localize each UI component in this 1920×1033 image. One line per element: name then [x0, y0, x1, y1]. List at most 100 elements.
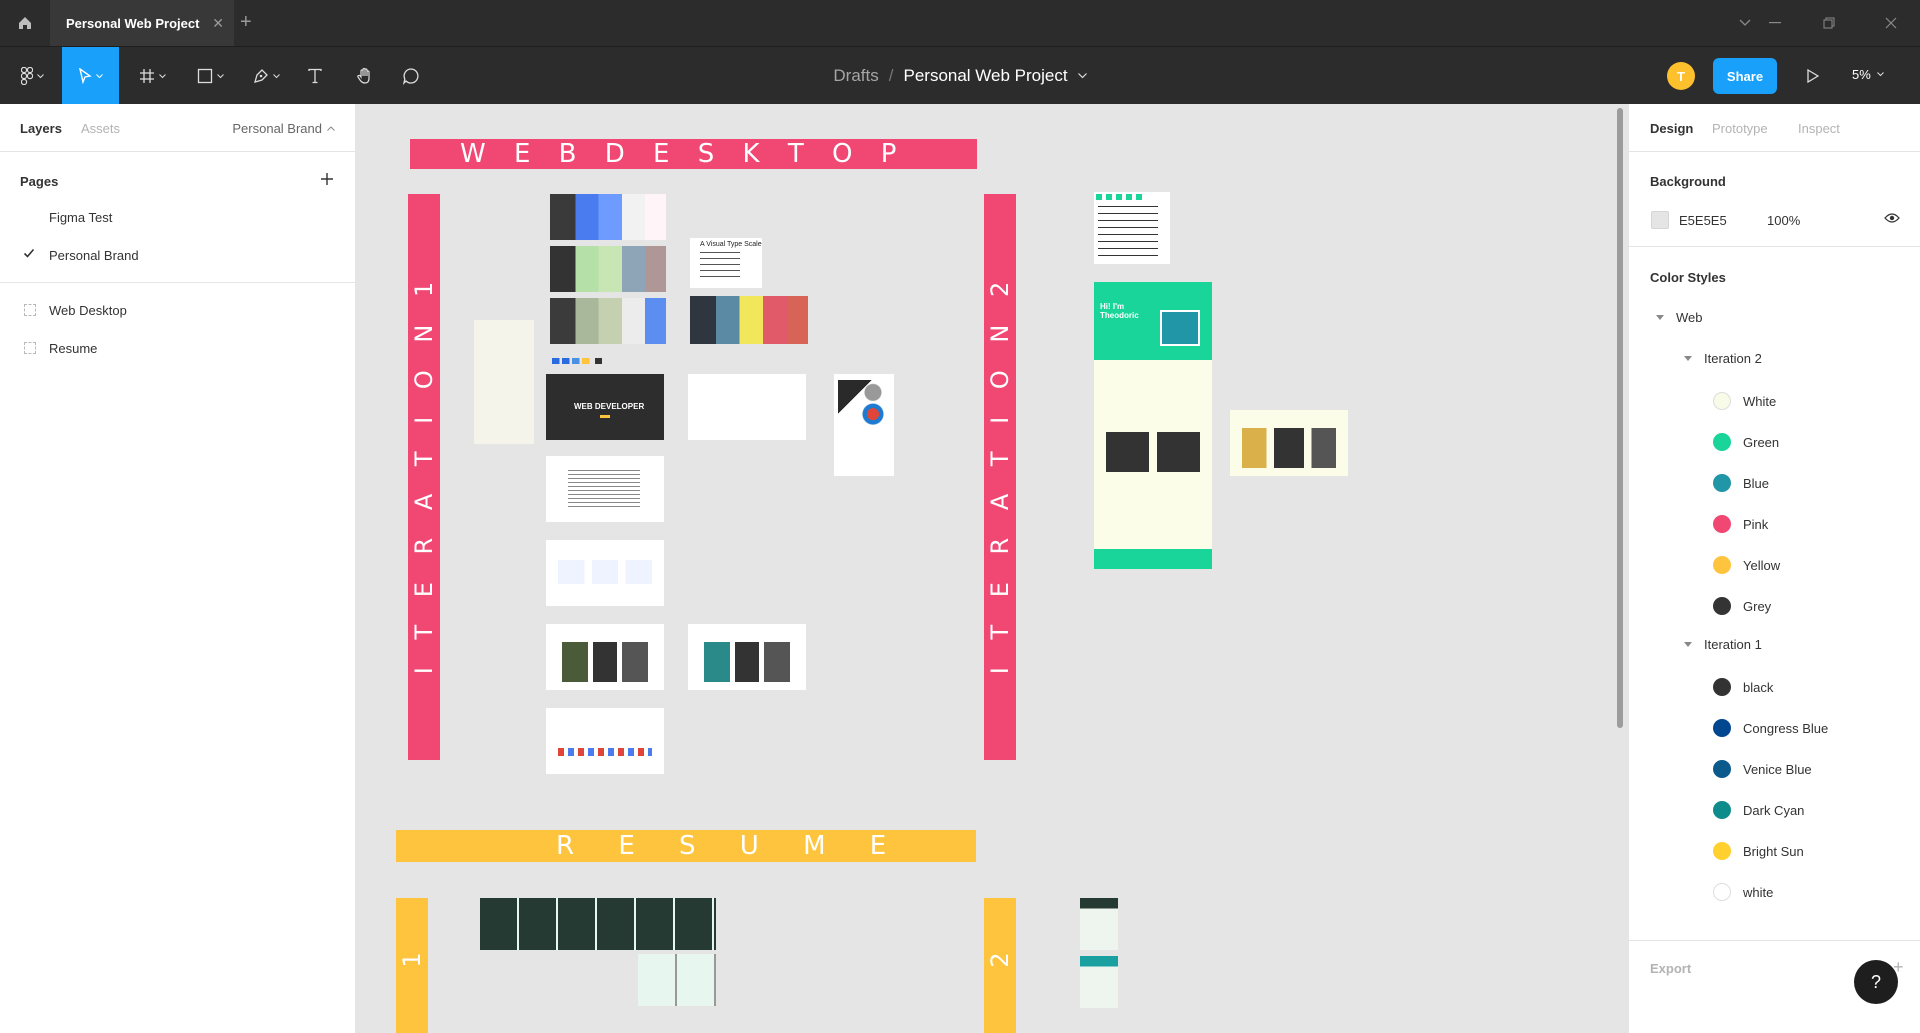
tab-layers[interactable]: Layers	[20, 121, 62, 136]
wireframe-frame[interactable]	[474, 320, 534, 444]
tab-inspect[interactable]: Inspect	[1798, 121, 1840, 136]
color-swatch	[1713, 515, 1731, 533]
tab-assets[interactable]: Assets	[81, 121, 120, 136]
color-style-item[interactable]: white	[1713, 883, 1773, 901]
layer-label: Web Desktop	[49, 302, 127, 318]
resume-2-banner[interactable]: 2	[984, 898, 1016, 1033]
services-frame[interactable]	[546, 540, 664, 606]
zoom-level: 5%	[1852, 67, 1871, 82]
page-item-personal-brand[interactable]: Personal Brand	[0, 236, 355, 274]
palette-frame[interactable]	[550, 246, 666, 292]
color-style-item[interactable]: Green	[1713, 433, 1779, 451]
close-tab-icon[interactable]: ✕	[212, 15, 224, 32]
hero-section: Hi! I'm Theodoric	[1094, 282, 1212, 360]
close-window-button[interactable]	[1862, 0, 1920, 46]
iteration-2-banner-label: I T E R A T I O N 2	[986, 271, 1014, 675]
text-tool[interactable]	[300, 47, 330, 105]
project-thumbs	[1106, 432, 1200, 472]
tab-prototype[interactable]: Prototype	[1712, 121, 1768, 136]
chevron-up-icon	[327, 126, 335, 131]
background-opacity[interactable]: 100%	[1767, 213, 1800, 228]
breadcrumb-drafts[interactable]: Drafts	[833, 66, 878, 86]
help-button[interactable]: ?	[1854, 960, 1898, 1004]
type-scale-frame[interactable]: A Visual Type Scale	[690, 238, 762, 288]
layer-resume[interactable]: Resume	[0, 329, 355, 367]
projects-frame-2[interactable]	[1230, 410, 1348, 476]
tab-design[interactable]: Design	[1650, 121, 1693, 136]
palette-frame[interactable]	[550, 194, 666, 240]
move-tool[interactable]	[62, 47, 119, 105]
background-swatch[interactable]	[1651, 211, 1669, 229]
right-panel-tabs: Design Prototype Inspect	[1629, 104, 1920, 152]
style-group-iteration-1[interactable]: Iteration 1	[1684, 637, 1762, 652]
color-style-label: Green	[1743, 434, 1780, 450]
resume-2-frame[interactable]	[1080, 898, 1118, 950]
palette-frame[interactable]	[550, 298, 666, 344]
zoom-menu[interactable]: 5%	[1852, 67, 1884, 82]
page-item-figma-test[interactable]: Figma Test	[0, 198, 355, 236]
export-title: Export	[1650, 961, 1692, 976]
minimize-button[interactable]	[1746, 0, 1804, 46]
collapse-icon	[1684, 356, 1692, 361]
vertical-scrollbar[interactable]	[1617, 108, 1623, 728]
maximize-button[interactable]	[1800, 0, 1858, 46]
present-button[interactable]	[1800, 63, 1826, 89]
background-hex[interactable]: E5E5E5	[1679, 213, 1727, 228]
web-desktop-banner[interactable]: W E B D E S K T O P	[410, 139, 977, 169]
projects-frame[interactable]	[546, 624, 664, 690]
color-dots	[1096, 194, 1142, 200]
color-style-item[interactable]: Dark Cyan	[1713, 801, 1804, 819]
home-button[interactable]	[0, 0, 50, 46]
main-menu-button[interactable]	[12, 47, 52, 105]
add-page-icon[interactable]	[318, 170, 336, 188]
type-lines	[700, 252, 740, 282]
skills-frame[interactable]	[546, 708, 664, 774]
shape-tool[interactable]	[188, 47, 232, 105]
iteration-1-banner[interactable]: I T E R A T I O N 1	[408, 194, 440, 760]
color-style-item[interactable]: White	[1713, 392, 1776, 410]
play-icon	[1807, 69, 1819, 83]
about-frame[interactable]	[546, 456, 664, 522]
iteration-2-banner[interactable]: I T E R A T I O N 2	[984, 194, 1016, 760]
resume-frames-row-1[interactable]	[480, 898, 716, 950]
style-group-iteration-2[interactable]: Iteration 2	[1684, 351, 1762, 366]
blank-frame[interactable]	[688, 374, 806, 440]
canvas[interactable]: W E B D E S K T O P I T E R A T I O N 1 …	[356, 104, 1628, 1033]
share-button[interactable]: Share	[1713, 58, 1777, 94]
chevron-down-icon[interactable]	[1077, 73, 1087, 79]
file-tab[interactable]: Personal Web Project ✕	[50, 0, 234, 46]
eye-icon[interactable]	[1884, 212, 1900, 224]
color-style-item[interactable]: Bright Sun	[1713, 842, 1804, 860]
type-scale-frame-2[interactable]	[1094, 192, 1170, 264]
layer-web-desktop[interactable]: Web Desktop	[0, 291, 355, 329]
web-developer-hero[interactable]: WEB DEVELOPER	[546, 374, 664, 440]
new-tab-button[interactable]: +	[240, 12, 252, 32]
projects-frame-alt[interactable]	[688, 624, 806, 690]
iteration-2-page[interactable]: Hi! I'm Theodoric	[1094, 282, 1212, 569]
stickers-frame[interactable]	[834, 374, 894, 476]
color-style-item[interactable]: Yellow	[1713, 556, 1780, 574]
color-style-item[interactable]: Congress Blue	[1713, 719, 1828, 737]
file-name[interactable]: Personal Web Project	[903, 66, 1067, 86]
style-group-web[interactable]: Web	[1656, 310, 1703, 325]
color-style-item[interactable]: black	[1713, 678, 1773, 696]
resume-banner[interactable]: R E S U M E	[396, 830, 976, 862]
collapse-icon	[1684, 642, 1692, 647]
color-style-item[interactable]: Blue	[1713, 474, 1769, 492]
hand-tool[interactable]	[350, 47, 380, 105]
palette-frame[interactable]	[690, 296, 808, 344]
comment-tool[interactable]	[396, 47, 426, 105]
page-selector[interactable]: Personal Brand	[232, 121, 335, 136]
resume-frames-row-2[interactable]	[638, 954, 716, 1006]
type-scale-label: A Visual Type Scale	[700, 241, 762, 248]
resume-1-banner[interactable]: 1	[396, 898, 428, 1033]
frame-tool[interactable]	[130, 47, 174, 105]
color-style-label: Congress Blue	[1743, 720, 1829, 736]
resume-2-frame[interactable]	[1080, 956, 1118, 1008]
color-style-item[interactable]: Pink	[1713, 515, 1768, 533]
web-developer-label: WEB DEVELOPER	[574, 402, 645, 411]
color-style-item[interactable]: Venice Blue	[1713, 760, 1812, 778]
color-style-item[interactable]: Grey	[1713, 597, 1771, 615]
pen-tool[interactable]	[244, 47, 288, 105]
avatar[interactable]: T	[1667, 62, 1695, 90]
